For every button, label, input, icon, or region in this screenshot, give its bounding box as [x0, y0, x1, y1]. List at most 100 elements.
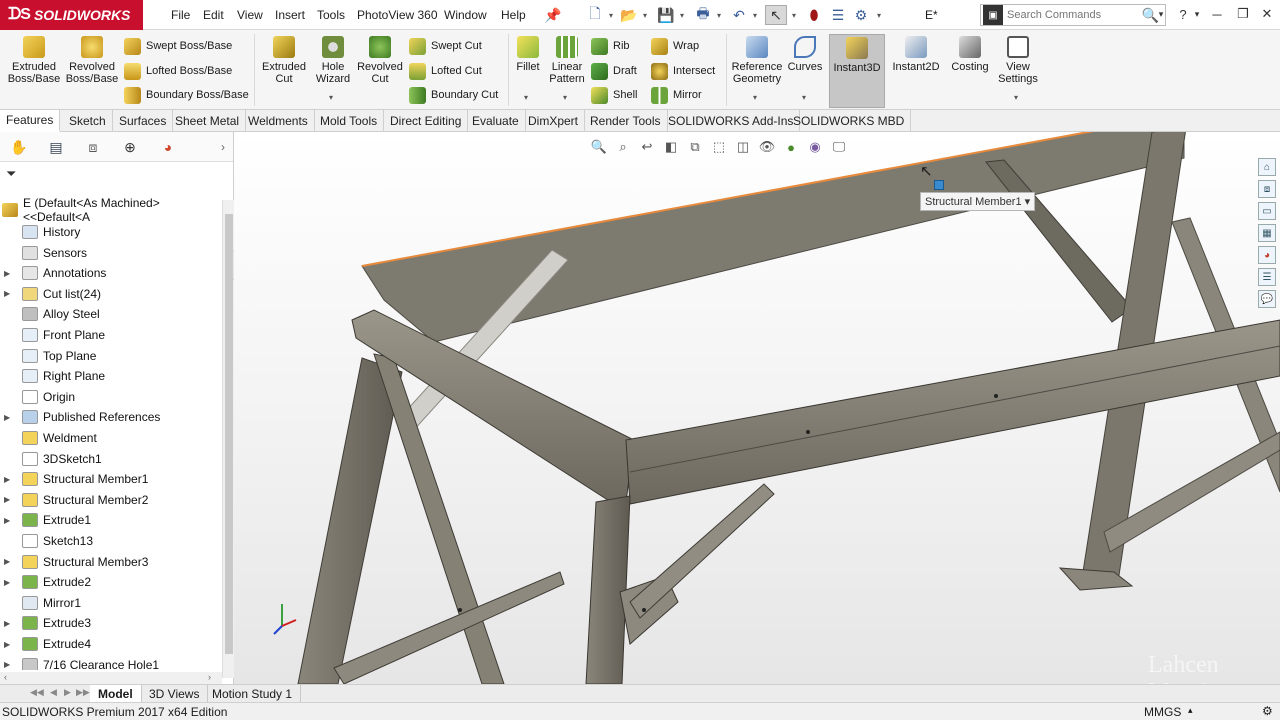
curves-button[interactable]: Curves [786, 36, 824, 73]
mirror-button[interactable]: Mirror [651, 85, 702, 105]
tree-item[interactable]: ▶ Structural Member3 [0, 552, 222, 572]
save-icon[interactable]: 💾 [655, 5, 677, 25]
options-dropdown-icon[interactable]: ▾ [874, 5, 884, 25]
tree-item[interactable]: ▶ Extrude2 [0, 572, 222, 592]
expand-arrow-icon[interactable]: ▶ [4, 413, 14, 422]
close-icon[interactable]: ✕ [1256, 4, 1278, 24]
expand-arrow-icon[interactable]: ▶ [4, 269, 14, 278]
tab-direct-editing[interactable]: Direct Editing [384, 110, 469, 132]
tab-mold-tools[interactable]: Mold Tools [314, 110, 385, 132]
menu-insert[interactable]: Insert [275, 8, 305, 22]
fillet-button[interactable]: Fillet [512, 36, 544, 73]
tree-item[interactable]: ▶ Extrude1 [0, 510, 222, 530]
menu-window[interactable]: Window [444, 8, 487, 22]
open-icon[interactable]: 📂 [618, 5, 640, 25]
tree-item[interactable]: ▶ Published References [0, 407, 222, 427]
previous-view-icon[interactable]: ↩ [638, 138, 656, 156]
design-library-icon[interactable]: ⧈ [1258, 180, 1276, 198]
minimize-icon[interactable]: ─ [1206, 4, 1228, 24]
tree-item[interactable]: ▶ Structural Member1 [0, 469, 222, 489]
tab-render-tools[interactable]: Render Tools [584, 110, 668, 132]
revolved-cut-button[interactable]: Revolved Cut [356, 36, 404, 85]
tab-sketch[interactable]: Sketch [63, 110, 113, 132]
view-settings-button[interactable]: View Settings [994, 36, 1042, 85]
view-orientation-icon[interactable]: ⬚ [710, 138, 728, 156]
instant3d-button[interactable]: Instant3D [829, 34, 885, 108]
search-input[interactable] [1003, 6, 1142, 24]
curves-dropdown-icon[interactable]: ▾ [802, 93, 806, 102]
select-dropdown-icon[interactable]: ▾ [789, 5, 799, 25]
tab-solidworks-addins[interactable]: SOLIDWORKS Add-Ins [662, 110, 801, 132]
weldment-frame-model[interactable] [234, 132, 1280, 684]
menu-photoview[interactable]: PhotoView 360 [357, 8, 438, 22]
forum-icon[interactable]: 💬 [1258, 290, 1276, 308]
tab-evaluate[interactable]: Evaluate [466, 110, 526, 132]
expand-arrow-icon[interactable]: ▶ [4, 289, 14, 298]
tree-item[interactable]: ▶ 7/16 Clearance Hole1 [0, 655, 222, 670]
tree-horizontal-scrollbar[interactable]: ‹ › [0, 672, 222, 684]
select-cursor-icon[interactable]: ↖ [765, 5, 787, 25]
intersect-button[interactable]: Intersect [651, 61, 715, 81]
hole-wizard-button[interactable]: Hole Wizard [310, 36, 356, 85]
boundary-boss-button[interactable]: Boundary Boss/Base [124, 85, 249, 105]
tab-3d-views[interactable]: 3D Views [141, 685, 209, 703]
tree-item[interactable]: Sensors [0, 243, 222, 263]
view-settings-dropdown-icon[interactable]: ▾ [1014, 93, 1018, 102]
expand-arrow-icon[interactable]: ▶ [4, 475, 14, 484]
scrollbar-thumb[interactable] [225, 214, 233, 654]
linear-pattern-button[interactable]: Linear Pattern [546, 36, 588, 85]
tab-model[interactable]: Model [90, 685, 142, 703]
tooltip-dropdown-icon[interactable]: ▾ [1025, 196, 1031, 208]
tree-item[interactable]: Right Plane [0, 366, 222, 386]
menu-tools[interactable]: Tools [317, 8, 345, 22]
view-palette-icon[interactable]: ▦ [1258, 224, 1276, 242]
rebuild-icon[interactable]: ⬮ [803, 5, 825, 25]
custom-properties-icon[interactable]: ☰ [1258, 268, 1276, 286]
wrap-button[interactable]: Wrap [651, 36, 699, 56]
shell-button[interactable]: Shell [591, 85, 637, 105]
tree-item[interactable]: Alloy Steel [0, 304, 222, 324]
print-icon[interactable]: 🖶 [692, 5, 714, 25]
boundary-cut-button[interactable]: Boundary Cut [409, 85, 498, 105]
fillet-dropdown-icon[interactable]: ▾ [524, 93, 528, 102]
menu-file[interactable]: File [171, 8, 190, 22]
dimxpertmanager-tab-icon[interactable]: ⊕ [117, 136, 143, 158]
extruded-cut-button[interactable]: Extruded Cut [258, 36, 310, 85]
display-style-icon[interactable]: ◫ [734, 138, 752, 156]
expand-arrow-icon[interactable]: ▶ [4, 516, 14, 525]
filter-icon[interactable]: ⏷ [6, 166, 16, 182]
tab-sheet-metal[interactable]: Sheet Metal [169, 110, 247, 132]
section-view-icon[interactable]: ◧ [662, 138, 680, 156]
pin-menu-icon[interactable]: 📌 [542, 5, 564, 25]
tree-item[interactable]: History [0, 222, 222, 242]
tree-item[interactable]: Sketch13 [0, 531, 222, 551]
unit-system[interactable]: MMGS [1144, 705, 1181, 719]
graphics-area[interactable]: 🔍 ⌕ ↩ ◧ ⧉ ⬚ ◫ 👁 ● ◉ 🖵 Structural Member1… [234, 132, 1280, 684]
status-options-icon[interactable]: ⚙ [1262, 704, 1273, 718]
solidworks-logo[interactable]: ᗪS SOLIDWORKS [0, 0, 143, 30]
units-dropdown-icon[interactable]: ▴ [1188, 705, 1193, 716]
rib-button[interactable]: Rib [591, 36, 630, 56]
menu-help[interactable]: Help [501, 8, 526, 22]
scroll-left-icon[interactable]: ‹ [4, 672, 7, 682]
tree-root[interactable]: E (Default<As Machined><<Default<A [0, 196, 222, 224]
tree-item[interactable]: Mirror1 [0, 593, 222, 613]
last-tab-arrow-icon[interactable]: ▶▶ [76, 687, 90, 698]
print-dropdown-icon[interactable]: ▾ [714, 5, 724, 25]
zoom-to-area-icon[interactable]: ⌕ [614, 138, 632, 156]
draft-button[interactable]: Draft [591, 61, 637, 81]
search-commands-box[interactable]: ▣ 🔍 [980, 4, 1166, 26]
configurationmanager-tab-icon[interactable]: ⧈ [80, 136, 106, 158]
tab-solidworks-mbd[interactable]: SOLIDWORKS MBD [787, 110, 912, 132]
extruded-boss-button[interactable]: Extruded Boss/Base [8, 36, 60, 85]
pattern-dropdown-icon[interactable]: ▾ [563, 93, 567, 102]
undo-dropdown-icon[interactable]: ▾ [750, 5, 760, 25]
undo-icon[interactable]: ↶ [728, 5, 750, 25]
open-dropdown-icon[interactable]: ▾ [640, 5, 650, 25]
featuremanager-tab-icon[interactable]: ✋ [6, 136, 32, 158]
menu-view[interactable]: View [237, 8, 263, 22]
appearances-icon[interactable]: ◕ [1258, 246, 1276, 264]
displaymanager-tab-icon[interactable]: ◕ [155, 136, 181, 158]
tree-item[interactable]: ▶ Annotations [0, 263, 222, 283]
hole-dropdown-icon[interactable]: ▾ [329, 93, 333, 102]
